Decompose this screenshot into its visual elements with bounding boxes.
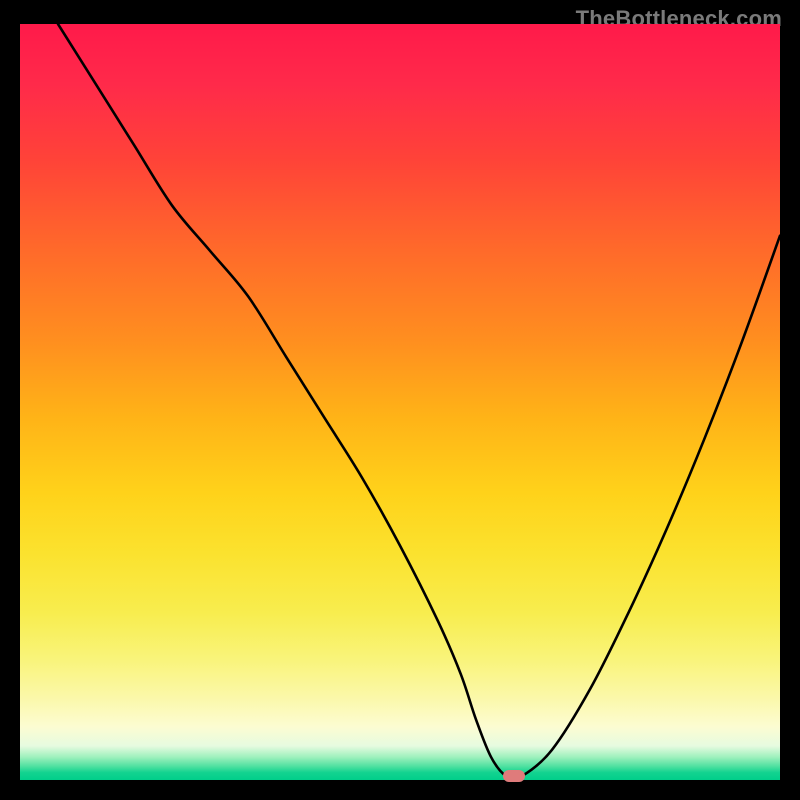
optimal-marker <box>503 770 525 782</box>
curve-layer <box>20 24 780 780</box>
plot-area <box>20 24 780 780</box>
bottleneck-chart: TheBottleneck.com <box>0 0 800 800</box>
bottleneck-curve <box>58 24 780 779</box>
